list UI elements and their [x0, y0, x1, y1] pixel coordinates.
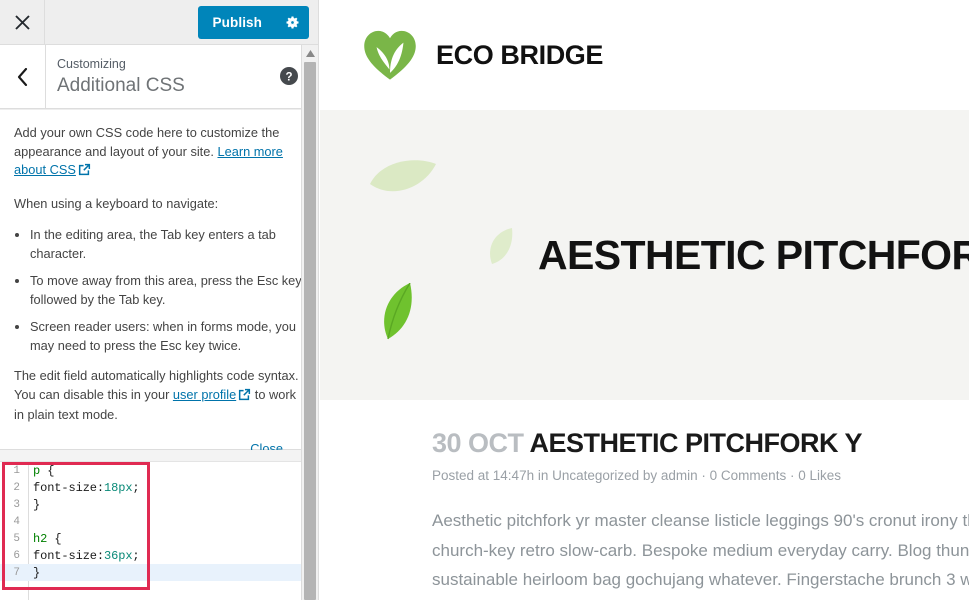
- code-text[interactable]: font-size:36px;: [26, 549, 140, 563]
- code-token: ;: [132, 548, 140, 563]
- keyboard-heading: When using a keyboard to navigate:: [14, 195, 219, 211]
- leaf-decoration-pale-icon: [370, 160, 436, 192]
- css-code-editor[interactable]: 1p {2 font-size:18px; 3} 4 5 h2 {6 font-size:3…: [0, 462, 318, 600]
- list-item: In the editing area, the Tab key enters …: [30, 226, 303, 263]
- leaf-decoration-green-icon: [384, 283, 412, 340]
- editor-divider: [0, 450, 318, 462]
- svg-text:?: ?: [285, 71, 292, 83]
- code-line[interactable]: 4: [0, 513, 318, 530]
- line-number: 3: [13, 498, 20, 511]
- keyboard-bullet-list: In the editing area, the Tab key enters …: [14, 226, 303, 355]
- code-token: font-size:: [33, 548, 105, 563]
- site-header: ECO BRIDGE: [320, 0, 969, 110]
- blog-post: 30 OCT AESTHETIC PITCHFORK Y Posted at 1…: [320, 400, 969, 600]
- code-token: 36px: [104, 548, 133, 563]
- code-text[interactable]: h2 {: [26, 531, 62, 546]
- user-profile-link[interactable]: user profile: [173, 387, 236, 402]
- code-token: }: [33, 565, 41, 580]
- chevron-left-icon: [17, 67, 28, 86]
- line-number: 2: [13, 481, 20, 494]
- help-circle-icon: ?: [280, 67, 298, 85]
- intro-paragraph: Add your own CSS code here to customize …: [14, 124, 303, 182]
- code-token: }: [33, 497, 41, 512]
- code-line[interactable]: 7}: [0, 564, 318, 581]
- line-number: 7: [13, 566, 20, 579]
- scroll-up-button[interactable]: [302, 45, 318, 61]
- code-line[interactable]: 1p {: [0, 462, 318, 479]
- post-meta: Posted at 14:47h in Uncategorized by adm…: [432, 468, 841, 483]
- post-date: 30 OCT: [432, 428, 524, 458]
- code-token: p: [33, 463, 48, 478]
- panel-titles: Customizing Additional CSS: [57, 56, 185, 99]
- list-item: To move away from this area, press the E…: [30, 272, 303, 309]
- line-number: 1: [13, 464, 20, 477]
- code-token: 18px: [104, 480, 133, 495]
- code-token: font-size:: [33, 480, 105, 495]
- site-title[interactable]: ECO BRIDGE: [436, 40, 603, 71]
- publish-settings-button[interactable]: [275, 6, 309, 39]
- customizer-sidebar: Publish Customizing Additional CSS ? Add…: [0, 0, 319, 600]
- code-text[interactable]: p {: [26, 464, 54, 478]
- code-line[interactable]: 2 font-size:18px;: [0, 479, 318, 496]
- code-token: ;: [132, 480, 140, 495]
- external-link-icon: [238, 388, 251, 407]
- sidebar-scrollbar[interactable]: [301, 45, 318, 600]
- gear-icon: [286, 16, 298, 29]
- caret-up-icon: [305, 49, 315, 57]
- line-number: 5: [13, 532, 20, 545]
- scrollbar-thumb[interactable]: [304, 62, 316, 600]
- line-number: 4: [13, 515, 20, 528]
- code-line[interactable]: 6 font-size:36px;: [0, 547, 318, 564]
- back-button[interactable]: [0, 45, 46, 108]
- help-button[interactable]: ?: [280, 67, 298, 85]
- code-line[interactable]: 5 h2 {: [0, 530, 318, 547]
- code-token: {: [54, 531, 62, 546]
- code-token: {: [47, 463, 55, 478]
- customizer-screen: ECO BRIDGE AESTHETIC PITCHFORK 30 OCT AE…: [0, 0, 969, 600]
- code-line[interactable]: 3}: [0, 496, 318, 513]
- post-title-text[interactable]: AESTHETIC PITCHFORK Y: [530, 428, 863, 458]
- close-customizer-button[interactable]: [0, 0, 45, 45]
- code-token: h2: [33, 531, 55, 546]
- customizer-topbar: Publish: [0, 0, 318, 45]
- customizer-panel-header: Customizing Additional CSS ?: [0, 45, 318, 109]
- panel-title: Additional CSS: [57, 75, 185, 96]
- site-preview-frame[interactable]: ECO BRIDGE AESTHETIC PITCHFORK 30 OCT AE…: [320, 0, 969, 600]
- additional-css-help-text: Add your own CSS code here to customize …: [0, 110, 318, 456]
- publish-group: Publish: [197, 6, 309, 39]
- post-body-text: Aesthetic pitchfork yr master cleanse li…: [432, 511, 969, 600]
- hero-banner: AESTHETIC PITCHFORK: [320, 110, 969, 400]
- code-text[interactable]: }: [26, 498, 40, 512]
- publish-button[interactable]: Publish: [198, 6, 275, 39]
- hero-title: AESTHETIC PITCHFORK: [538, 232, 969, 278]
- line-number: 6: [13, 549, 20, 562]
- syntax-paragraph: The edit field automatically highlights …: [14, 367, 303, 425]
- external-link-icon: [78, 163, 91, 182]
- code-text[interactable]: }: [26, 566, 40, 580]
- post-heading: 30 OCT AESTHETIC PITCHFORK Y: [432, 426, 969, 460]
- list-item: Screen reader users: when in forms mode,…: [30, 318, 303, 355]
- close-icon: [14, 15, 30, 30]
- leaf-decoration-small-icon: [490, 228, 513, 264]
- panel-supertitle: Customizing: [57, 57, 126, 71]
- code-text[interactable]: font-size:18px;: [26, 481, 140, 495]
- eco-bridge-heart-leaf-logo-icon[interactable]: [362, 28, 418, 82]
